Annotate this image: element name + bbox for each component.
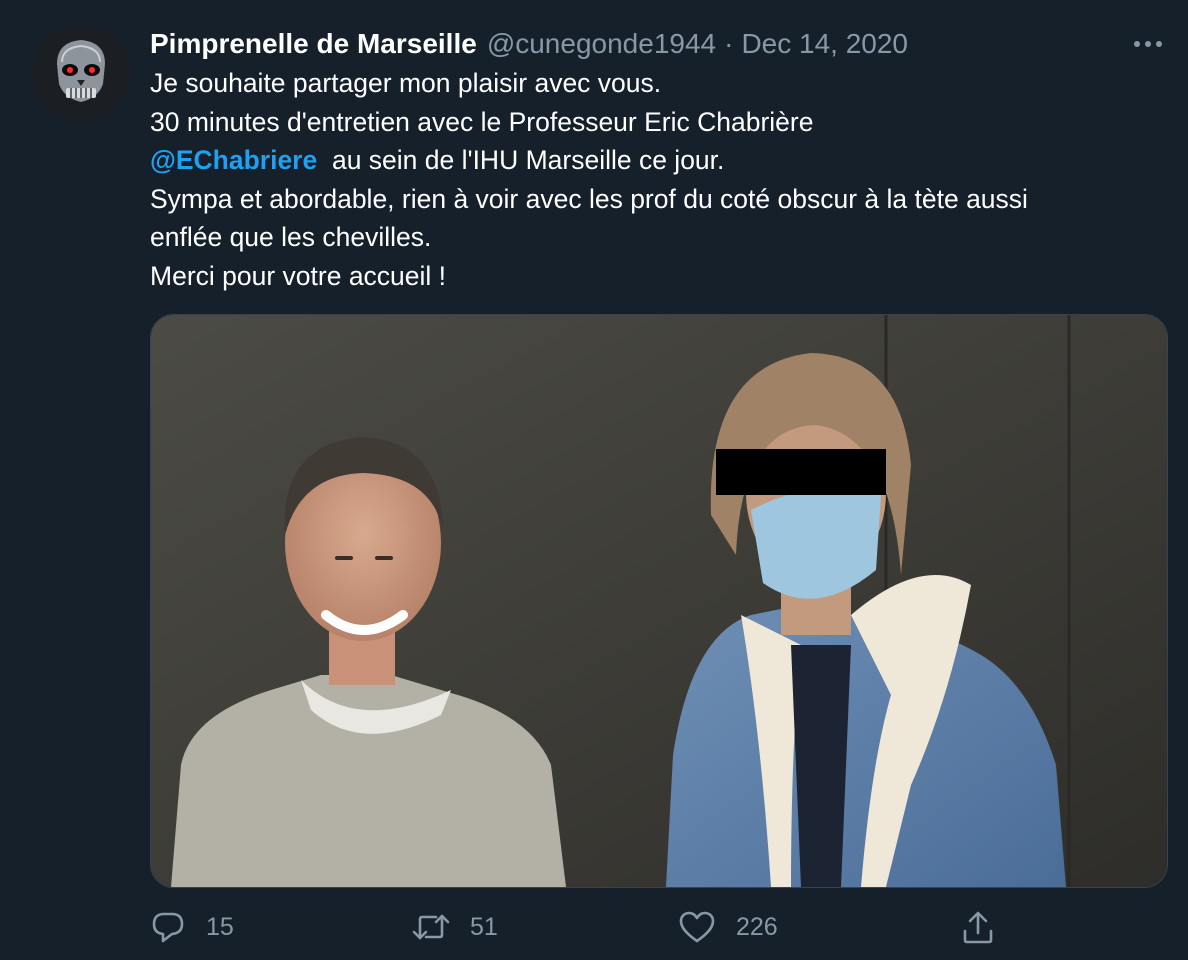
tweet-text-line: Sympa et abordable, rien à voir avec les… xyxy=(150,183,1028,214)
mention-link[interactable]: @EChabriere xyxy=(150,145,317,175)
reply-button[interactable]: 15 xyxy=(150,902,234,952)
like-count: 226 xyxy=(736,912,778,941)
retweet-icon xyxy=(412,910,450,944)
reply-count: 15 xyxy=(206,912,234,941)
more-options-button[interactable] xyxy=(1128,28,1168,60)
tweet-text-line: Merci pour votre accueil ! xyxy=(150,260,447,291)
tweet-header: Pimprenelle de Marseille @cunegonde1944 … xyxy=(150,24,908,64)
tweet-text-fragment: au sein de l'IHU Marseille ce jour. xyxy=(331,145,725,176)
tweet-actions: 15 51 226 xyxy=(150,902,1180,952)
reply-icon xyxy=(150,910,186,944)
skull-avatar-image xyxy=(32,24,130,122)
tweet-text-line: @EChabriere au sein de l'IHU Marseille c… xyxy=(150,141,1180,180)
tweet-photo[interactable] xyxy=(150,314,1168,888)
more-horizontal-icon xyxy=(1133,40,1163,48)
tweet-text-line: enflée que les chevilles. xyxy=(150,222,432,253)
photo-image xyxy=(151,315,1167,887)
like-button[interactable]: 226 xyxy=(678,902,778,952)
tweet-text: Je souhaite partager mon plaisir avec vo… xyxy=(150,64,1180,296)
share-icon xyxy=(960,909,996,945)
author-handle[interactable]: @cunegonde1944 xyxy=(487,28,716,60)
tweet-date[interactable]: Dec 14, 2020 xyxy=(741,28,908,60)
retweet-button[interactable]: 51 xyxy=(412,902,498,952)
tweet-card[interactable]: Pimprenelle de Marseille @cunegonde1944 … xyxy=(0,0,1188,960)
retweet-count: 51 xyxy=(470,912,498,941)
tweet-text-line: Je souhaite partager mon plaisir avec vo… xyxy=(150,68,662,98)
share-button[interactable] xyxy=(960,902,996,952)
author-name[interactable]: Pimprenelle de Marseille xyxy=(150,28,477,60)
separator-dot: · xyxy=(724,28,734,59)
avatar[interactable] xyxy=(32,24,130,122)
heart-icon xyxy=(678,910,716,944)
tweet-text-line: 30 minutes d'entretien avec le Professeu… xyxy=(150,106,814,137)
